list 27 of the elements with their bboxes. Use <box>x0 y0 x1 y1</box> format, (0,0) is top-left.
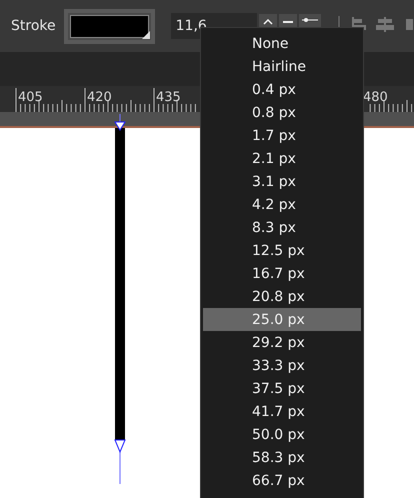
resize-corner-icon <box>142 30 150 38</box>
menu-item[interactable]: 0.4 px <box>203 78 361 101</box>
menu-item[interactable]: 50.0 px <box>203 423 361 446</box>
menu-item[interactable]: 25.0 px <box>203 308 361 331</box>
menu-item[interactable]: 37.5 px <box>203 377 361 400</box>
menu-item[interactable]: 12.5 px <box>203 239 361 262</box>
ruler-label: 420 <box>87 90 112 105</box>
menu-item[interactable]: 4.2 px <box>203 193 361 216</box>
menu-item[interactable]: 20.8 px <box>203 285 361 308</box>
stroke-color-swatch[interactable] <box>64 8 155 44</box>
ruler-label: 405 <box>18 90 43 105</box>
ruler-label: 480 <box>363 90 388 105</box>
menu-item[interactable]: 8.3 px <box>203 216 361 239</box>
stroke-label: Stroke <box>11 18 56 34</box>
menu-item[interactable]: 16.7 px <box>203 262 361 285</box>
ruler-label: 435 <box>156 90 181 105</box>
menu-item[interactable]: 66.7 px <box>203 469 361 492</box>
menu-item[interactable]: 0.8 px <box>203 101 361 124</box>
menu-item[interactable]: 33.3 px <box>203 354 361 377</box>
menu-item[interactable]: 41.7 px <box>203 400 361 423</box>
menu-item[interactable]: 1.7 px <box>203 124 361 147</box>
caret-up-icon <box>262 19 273 25</box>
menu-item[interactable]: 2.1 px <box>203 147 361 170</box>
minus-icon <box>282 21 293 23</box>
menu-item[interactable]: 29.2 px <box>203 331 361 354</box>
menu-item[interactable]: 3.1 px <box>203 170 361 193</box>
menu-item[interactable]: 58.3 px <box>203 446 361 469</box>
